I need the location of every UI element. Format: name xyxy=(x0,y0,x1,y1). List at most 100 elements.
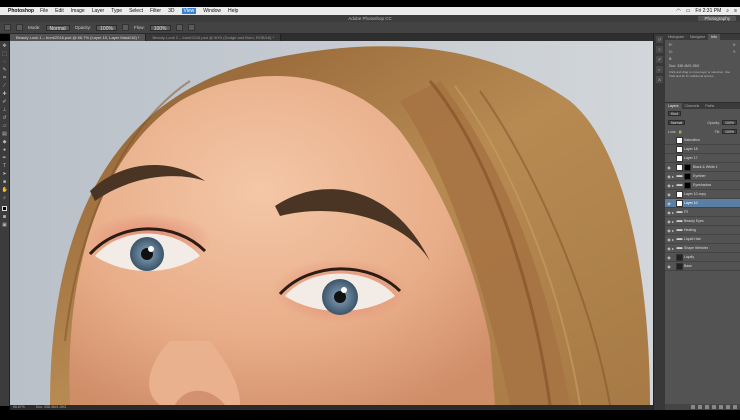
dodge-tool-icon[interactable]: ● xyxy=(2,147,8,153)
list-icon[interactable]: ≡ xyxy=(734,8,737,14)
doc-tab-beauty-look-2[interactable]: Beauty Look 2 – bunt/2016.psd @ 50% (Dod… xyxy=(146,34,282,41)
menu-layer[interactable]: Layer xyxy=(92,8,105,14)
healing-tool-icon[interactable]: ✚ xyxy=(2,91,8,97)
visibility-eye-icon[interactable]: ◉ xyxy=(666,165,672,170)
layer-row[interactable]: Saturation xyxy=(665,136,740,145)
lock-icon[interactable]: 🔒 xyxy=(678,130,682,134)
tab-channels[interactable]: Channels xyxy=(682,103,703,109)
mode-select[interactable]: Normal xyxy=(45,24,70,32)
brush-panel-icon[interactable]: ✐ xyxy=(656,56,663,63)
brush-preset-picker[interactable] xyxy=(16,24,23,31)
layer-opacity-field[interactable]: 100% xyxy=(722,120,737,125)
history-icon[interactable]: ↺ xyxy=(656,36,663,43)
quick-select-tool-icon[interactable]: ✎ xyxy=(2,67,8,73)
type-tool-icon[interactable]: T xyxy=(2,163,8,169)
menu-window[interactable]: Window xyxy=(203,8,221,14)
layer-row[interactable]: ◉ ▸ ▬ Healing xyxy=(665,226,740,235)
lasso-tool-icon[interactable]: ◌ xyxy=(2,59,8,65)
properties-icon[interactable]: ≡ xyxy=(656,46,663,53)
tab-layers[interactable]: Layers xyxy=(665,103,682,109)
status-bar: 66.67% Doc: 338.4M/1.05G xyxy=(10,405,653,410)
menu-type[interactable]: Type xyxy=(111,8,122,14)
menu-image[interactable]: Image xyxy=(71,8,85,14)
eyedropper-tool-icon[interactable]: ⁄ xyxy=(2,83,8,89)
layer-row[interactable]: ◉ ▸ ▬ Eyeshadow xyxy=(665,181,740,190)
zoom-tool-icon[interactable]: ⌕ xyxy=(2,195,8,201)
layer-row[interactable]: ◉ Base xyxy=(665,262,740,271)
pen-tool-icon[interactable]: ✒ xyxy=(2,155,8,161)
visibility-eye-icon[interactable]: ◉ xyxy=(666,255,672,260)
visibility-eye-icon[interactable]: ◉ xyxy=(666,201,672,206)
info-r: R: xyxy=(669,43,673,47)
opacity-field[interactable]: 100% xyxy=(96,24,117,32)
crop-tool-icon[interactable]: ⌗ xyxy=(2,75,8,81)
layer-row[interactable]: ◉ Layer 10 copy xyxy=(665,190,740,199)
history-brush-tool-icon[interactable]: ↺ xyxy=(2,115,8,121)
hand-tool-icon[interactable]: ✋ xyxy=(2,187,8,193)
tool-preset-picker[interactable] xyxy=(4,24,11,31)
layer-mask-thumbnail[interactable] xyxy=(684,163,691,171)
new-layer-icon[interactable] xyxy=(726,405,730,409)
search-icon[interactable]: ⌕ xyxy=(726,8,729,14)
visibility-eye-icon[interactable]: ◉ xyxy=(666,264,672,269)
color-swatches[interactable] xyxy=(1,206,9,213)
pressure-opacity-button[interactable] xyxy=(121,24,129,31)
layer-row[interactable]: ◉ ▸ ▬ Shape Wrinkles xyxy=(665,244,740,253)
path-select-tool-icon[interactable]: ➤ xyxy=(2,171,8,177)
layer-row[interactable]: ◉ ▸ ▬ Beauty Eyes xyxy=(665,217,740,226)
eraser-tool-icon[interactable]: ▱ xyxy=(2,123,8,129)
wifi-icon[interactable]: ◠ xyxy=(676,8,680,14)
foreground-color-swatch[interactable] xyxy=(1,206,7,211)
marquee-tool-icon[interactable]: ⬚ xyxy=(2,51,8,57)
character-icon[interactable]: A xyxy=(656,76,663,83)
menu-3d[interactable]: 3D xyxy=(168,8,174,14)
layer-row[interactable]: ◉ Liquify xyxy=(665,253,740,262)
layer-mask-thumbnail[interactable] xyxy=(684,172,691,180)
doc-tab-beauty-look-1[interactable]: Beauty Look 1 – bunt/2016.psd @ 66.7% (L… xyxy=(10,34,147,41)
brush-tool-icon[interactable]: ✐ xyxy=(2,99,8,105)
tab-paths[interactable]: Paths xyxy=(702,103,717,109)
quick-mask-icon[interactable]: ◙ xyxy=(2,214,8,220)
battery-icon[interactable]: ▭ xyxy=(686,8,691,14)
menu-select[interactable]: Select xyxy=(129,8,143,14)
menu-file[interactable]: File xyxy=(40,8,48,14)
link-icon[interactable] xyxy=(691,405,695,409)
menu-edit[interactable]: Edit xyxy=(55,8,64,14)
shape-tool-icon[interactable]: ■ xyxy=(2,179,8,185)
layer-kind-filter[interactable]: Kind xyxy=(668,111,682,116)
fx-icon[interactable] xyxy=(698,405,702,409)
layer-row[interactable]: ◉ ▸ ▬ Liquid Hair xyxy=(665,235,740,244)
trash-icon[interactable] xyxy=(733,405,737,409)
menu-view[interactable]: View xyxy=(181,8,197,14)
layer-row[interactable]: ◉ Layer 10 xyxy=(665,199,740,208)
move-tool-icon[interactable]: ✥ xyxy=(2,43,8,49)
layer-row[interactable]: ◉ Black & White 1 xyxy=(665,163,740,172)
airbrush-button[interactable] xyxy=(175,24,183,31)
blend-mode-select[interactable]: Normal xyxy=(668,120,686,125)
clock[interactable]: Fri 2:31 PM xyxy=(695,8,721,14)
visibility-eye-icon[interactable]: ◉ xyxy=(666,192,672,197)
menu-filter[interactable]: Filter xyxy=(150,8,161,14)
layer-row[interactable]: ◉ ▸ ▬ Eyeliner xyxy=(665,172,740,181)
fill-field[interactable]: 100% xyxy=(722,129,737,134)
blur-tool-icon[interactable]: ◆ xyxy=(2,139,8,145)
adjustment-layer-icon[interactable] xyxy=(712,405,716,409)
pressure-size-button[interactable] xyxy=(187,24,195,31)
layer-row[interactable]: ◉ ▸ ▬ FS xyxy=(665,208,740,217)
document-canvas[interactable] xyxy=(10,41,653,405)
workspace-switcher[interactable]: Photography xyxy=(698,16,736,21)
adjustments-icon[interactable]: ◐ xyxy=(656,66,663,73)
layer-row[interactable]: Layer 18 xyxy=(665,145,740,154)
layer-mask-thumbnail[interactable] xyxy=(684,181,691,189)
screen-mode-icon[interactable]: ▣ xyxy=(2,222,8,228)
add-mask-icon[interactable] xyxy=(705,405,709,409)
menu-help[interactable]: Help xyxy=(228,8,238,14)
layer-row[interactable]: Layer 17 xyxy=(665,154,740,163)
flow-field[interactable]: 100% xyxy=(149,24,171,32)
zoom-level[interactable]: 66.67% xyxy=(13,405,25,409)
gradient-tool-icon[interactable]: ▤ xyxy=(2,131,8,137)
new-group-icon[interactable] xyxy=(719,405,723,409)
app-menu[interactable]: Photoshop xyxy=(8,8,34,14)
clone-stamp-tool-icon[interactable]: ⊥ xyxy=(2,107,8,113)
mac-menu-bar: Photoshop File Edit Image Layer Type Sel… xyxy=(0,7,740,15)
